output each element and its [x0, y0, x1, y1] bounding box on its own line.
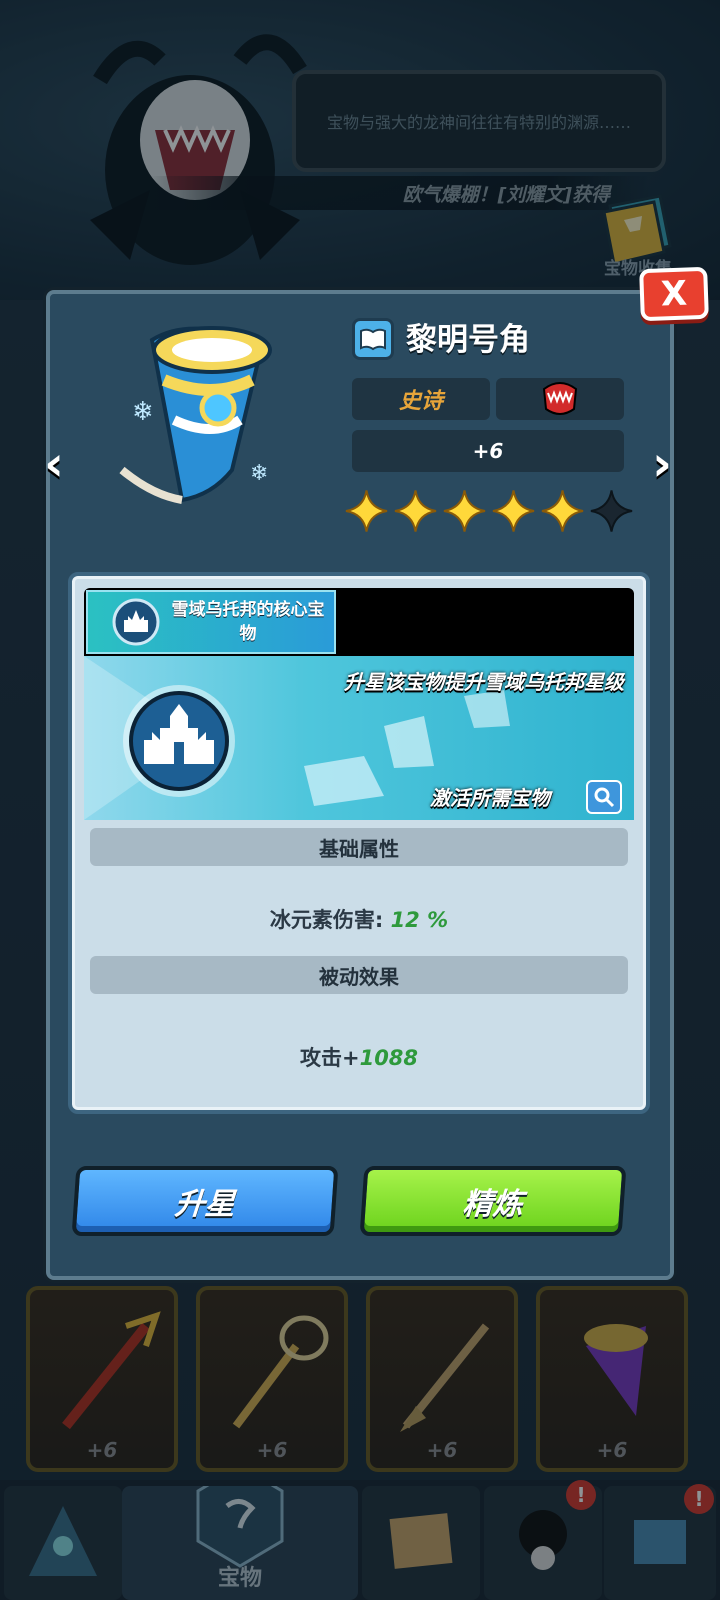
- book-icon[interactable]: [352, 318, 394, 360]
- core-tag-label: 雪域乌托邦的核心宝物: [171, 600, 325, 644]
- search-icon: [594, 787, 615, 808]
- star-rating: [344, 488, 634, 540]
- star-filled-icon: [541, 490, 584, 532]
- star-filled-icon: [492, 490, 535, 532]
- base-attribute-line: 冰元素伤害: 12 %: [90, 904, 628, 934]
- snow-castle-icon: [112, 598, 160, 646]
- core-description: 升星该宝物提升雪域乌托邦星级: [344, 670, 624, 694]
- passive-effects-header: 被动效果: [90, 956, 628, 994]
- rarity-badge: 史诗: [352, 378, 490, 420]
- close-button[interactable]: X: [639, 266, 709, 322]
- faction-badge: [496, 378, 624, 420]
- passive-effect-value: 1088: [359, 1046, 419, 1070]
- base-attribute-value: 12 %: [390, 908, 449, 932]
- required-treasure-label: 激活所需宝物: [430, 786, 550, 810]
- castle-orb-icon: [123, 685, 235, 797]
- fanged-mouth-icon: [542, 382, 578, 415]
- svg-text:❄: ❄: [250, 461, 268, 486]
- star-filled-icon: [443, 490, 486, 532]
- refine-button[interactable]: 精炼: [359, 1166, 627, 1236]
- prev-arrow-button[interactable]: ‹: [34, 436, 74, 492]
- enhance-level: +6: [352, 430, 624, 472]
- svg-text:❄: ❄: [132, 397, 154, 427]
- passive-effect-line: 攻击+1088: [90, 1042, 628, 1072]
- search-button[interactable]: [586, 780, 622, 814]
- next-arrow-button[interactable]: ›: [642, 436, 682, 492]
- star-filled-icon: [345, 490, 388, 532]
- star-filled-icon: [394, 490, 437, 532]
- upgrade-star-button[interactable]: 升星: [71, 1166, 339, 1236]
- dawn-horn-art: ❄ ❄: [119, 326, 272, 504]
- star-empty-icon: [590, 490, 633, 532]
- base-attributes-header: 基础属性: [90, 828, 628, 866]
- base-attribute-label: 冰元素伤害:: [269, 908, 384, 932]
- item-name: 黎明号角: [406, 322, 530, 358]
- passive-effect-label: 攻击+: [299, 1046, 360, 1070]
